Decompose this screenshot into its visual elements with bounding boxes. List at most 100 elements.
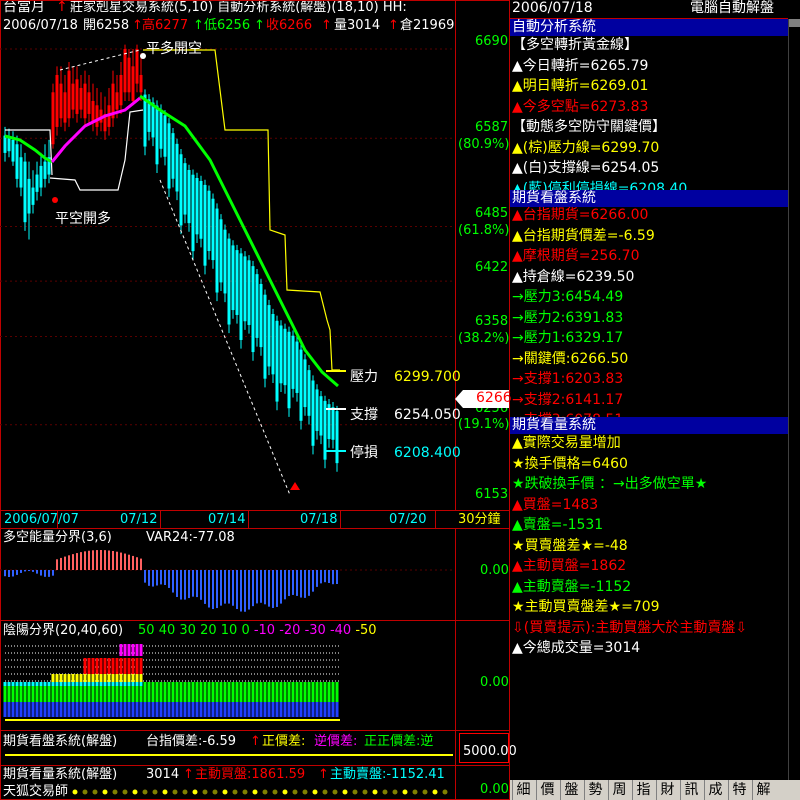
level-bar (283, 682, 287, 702)
analysis-row: →關鍵價:6266.50 (512, 351, 628, 368)
tab-4[interactable]: 周 (608, 780, 630, 800)
volume-dot (422, 789, 428, 795)
level-bar (271, 682, 275, 702)
sec1-header[interactable]: 自動分析系統 (510, 19, 788, 36)
tab-8[interactable]: 成 (704, 780, 726, 800)
tab-10[interactable]: 解 (752, 780, 774, 800)
tab-3[interactable]: 勢 (584, 780, 606, 800)
signal-arrow-icon (290, 482, 300, 490)
star-icon: ★ (512, 537, 525, 554)
level-bar (51, 674, 55, 682)
candle-body (287, 331, 291, 409)
candle-body (119, 74, 123, 106)
sec2-scrollbar[interactable] (788, 190, 800, 417)
sec2-header[interactable]: 期貨看盤系統 (510, 190, 788, 207)
analysis-row-text: →支撐2:6141.17 (512, 391, 624, 408)
level-bar (135, 658, 139, 674)
candle-body (75, 79, 79, 114)
candle-body (135, 49, 139, 84)
candle-body (315, 389, 319, 431)
level-bar (131, 702, 135, 717)
level-bar (179, 702, 183, 717)
candle-body (123, 49, 127, 93)
analysis-row: ▲主動賣盤=-1152 (512, 579, 631, 596)
candle-body (299, 349, 303, 421)
level-bar (279, 702, 283, 717)
level-bar (43, 702, 47, 717)
level-bar (35, 686, 39, 702)
interval-label[interactable]: 30分鐘 (458, 512, 501, 527)
current-price-value: 6266 (476, 390, 512, 406)
ping-duo-kai-kong-label: 平多開空 (146, 41, 202, 57)
level-bar (143, 682, 147, 702)
analysis-row: ★買賣盤差★=-48 (512, 538, 628, 555)
level-bar (215, 682, 219, 702)
candle-body (223, 229, 227, 294)
level-bar (3, 702, 7, 717)
level-bar (259, 702, 263, 717)
level-bar (127, 702, 131, 717)
level-bar (139, 702, 143, 717)
triangle-icon: ▲ (512, 517, 523, 533)
tab-0[interactable]: 細 (512, 780, 534, 800)
level-bar (135, 674, 139, 682)
candle-body (219, 219, 223, 283)
volume-dot (242, 789, 248, 795)
date-tick: 07/20 (389, 512, 427, 527)
level-bar (107, 674, 111, 682)
level-bar (163, 682, 167, 702)
analysis-row: ⇩(買賣提示):主動買盤大於主動賣盤⇩ (512, 620, 747, 637)
main-price-chart[interactable] (0, 30, 455, 510)
candle-body (175, 143, 179, 192)
sec1-scrollbar[interactable] (788, 19, 800, 190)
level-bar (103, 702, 107, 717)
sub3-pos: 正價差: (262, 734, 306, 749)
sub1-zero: 0.00 (480, 563, 509, 578)
level-bar (219, 702, 223, 717)
volume-dot (232, 789, 238, 795)
level-bar (227, 702, 231, 717)
tab-5[interactable]: 指 (632, 780, 654, 800)
level-bar (187, 702, 191, 717)
sub4-value: 0.00 (480, 782, 509, 797)
sec3-scrollbar[interactable] (788, 417, 800, 780)
level-bar (27, 686, 31, 702)
level-bar (87, 658, 91, 674)
analysis-row-text: 買盤=1483 (522, 496, 599, 513)
sub4-vol: 3014 (146, 767, 180, 782)
volume-dot (442, 789, 448, 795)
triangle-icon: ▲ (512, 57, 523, 74)
volume-dot (382, 789, 388, 795)
candle-body (207, 190, 211, 252)
tab-6[interactable]: 財 (656, 780, 678, 800)
footer-label: 天狐交易師 (3, 784, 69, 799)
tab-7[interactable]: 訊 (680, 780, 702, 800)
level-bar (99, 658, 103, 674)
volume-dots (72, 789, 448, 795)
tab-2[interactable]: 盤 (560, 780, 582, 800)
level-bar (251, 682, 255, 702)
volume-dot (302, 789, 308, 795)
candle-body (19, 157, 23, 188)
volume-dot (402, 789, 408, 795)
star-icon: ★ (512, 455, 525, 472)
scroll-thumb[interactable] (789, 19, 800, 27)
level-bar (335, 702, 339, 717)
level-bar (223, 682, 227, 702)
level-bar (183, 682, 187, 702)
sec3-header[interactable]: 期貨看量系統 (510, 417, 788, 434)
level-bar (83, 658, 87, 674)
fib-618: (61.8%) (458, 223, 510, 238)
fib-191: (19.1%) (458, 417, 510, 432)
tab-9[interactable]: 特 (728, 780, 750, 800)
level-bar (175, 682, 179, 702)
volume-dot (272, 789, 278, 795)
tab-1[interactable]: 價 (536, 780, 558, 800)
level-bar (123, 686, 127, 702)
candle-body (31, 187, 35, 205)
volume-dot (292, 789, 298, 795)
analysis-row-text: 買賣盤差★=-48 (524, 537, 628, 554)
level-bar (239, 682, 243, 702)
level-label: -30 (304, 623, 330, 638)
candle-body (59, 83, 63, 119)
